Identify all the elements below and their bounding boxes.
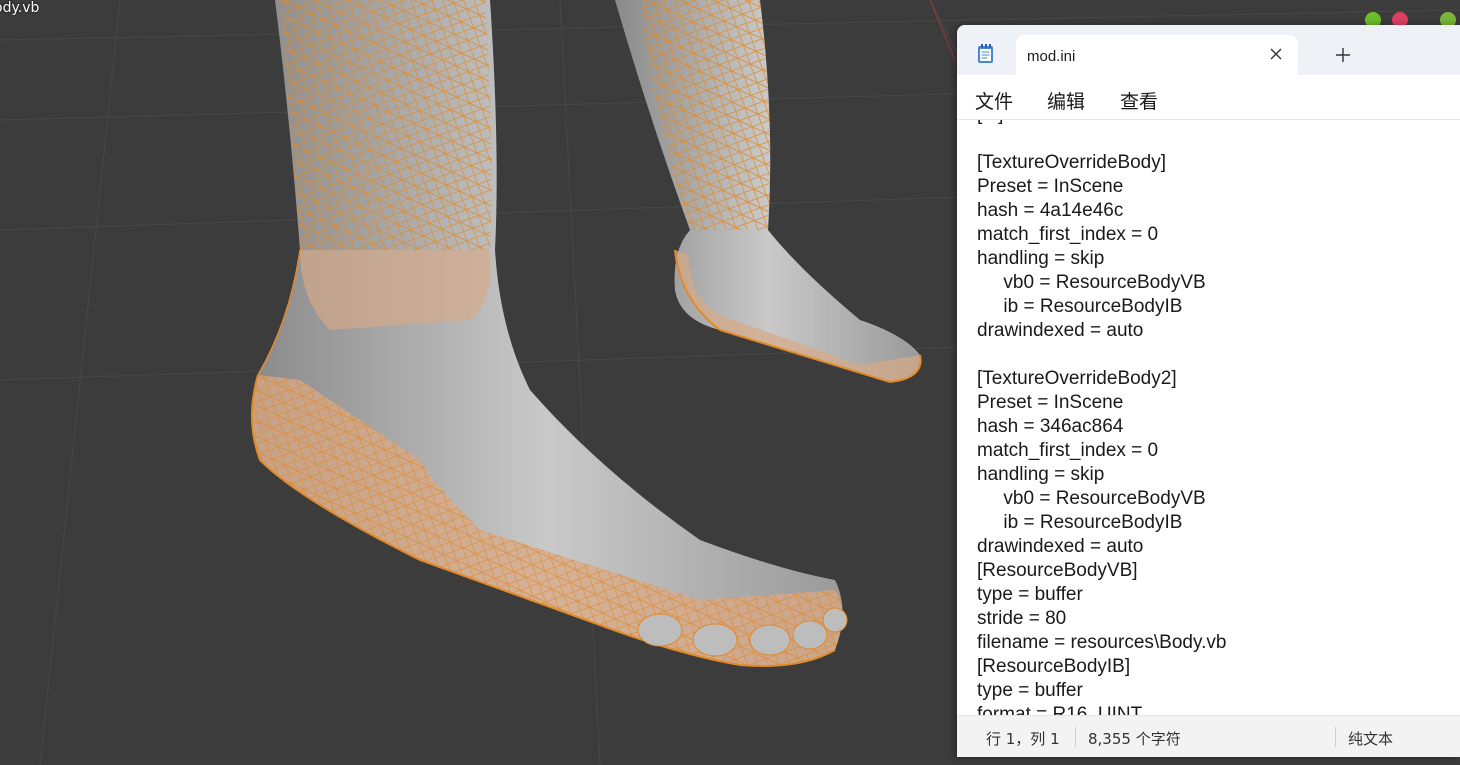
code-line: match_first_index = 0 bbox=[977, 224, 1159, 245]
menu-edit[interactable]: 编辑 bbox=[1047, 87, 1085, 114]
code-line: ib = ResourceBodyIB bbox=[977, 512, 1183, 533]
status-bar: 行 1，列 1 8,355 个字符 纯文本 bbox=[957, 715, 1460, 757]
code-line: stride = 80 bbox=[977, 608, 1067, 629]
code-line: Preset = InScene bbox=[977, 392, 1124, 413]
code-line: [ResourceBodyIB] bbox=[977, 656, 1131, 677]
text-editor[interactable]: [...] [TextureOverrideBody] Preset = InS… bbox=[957, 120, 1460, 715]
code-line: vb0 = ResourceBodyVB bbox=[977, 272, 1206, 293]
status-divider bbox=[1075, 727, 1076, 747]
menu-view[interactable]: 查看 bbox=[1120, 87, 1158, 114]
code-line: [TextureOverrideBody] bbox=[977, 152, 1167, 173]
tab-title: mod.ini bbox=[1027, 48, 1076, 65]
code-line: hash = 346ac864 bbox=[977, 416, 1124, 437]
code-line: format = R16_UINT bbox=[977, 704, 1143, 715]
tab-bar: mod.ini bbox=[957, 25, 1460, 75]
code-line: handling = skip bbox=[977, 464, 1105, 485]
code-line: filename = resources\Body.vb bbox=[977, 632, 1227, 653]
menu-file[interactable]: 文件 bbox=[975, 87, 1013, 114]
code-line: [...] bbox=[977, 120, 1226, 127]
code-line: ib = ResourceBodyIB bbox=[977, 296, 1183, 317]
code-lines: [...] [TextureOverrideBody] Preset = InS… bbox=[977, 120, 1226, 715]
code-line: type = buffer bbox=[977, 680, 1083, 701]
code-line: handling = skip bbox=[977, 248, 1105, 269]
tab-mod-ini[interactable]: mod.ini bbox=[1016, 35, 1298, 75]
text-mode[interactable]: 纯文本 bbox=[1348, 728, 1393, 749]
code-line: type = buffer bbox=[977, 584, 1083, 605]
character-count: 8,355 个字符 bbox=[1088, 730, 1181, 748]
code-line: [TextureOverrideBody2] bbox=[977, 368, 1177, 389]
code-line: hash = 4a14e46c bbox=[977, 200, 1124, 221]
code-line: drawindexed = auto bbox=[977, 536, 1144, 557]
plus-icon[interactable] bbox=[1333, 45, 1353, 65]
right-foot-mesh bbox=[615, 0, 922, 384]
close-icon[interactable] bbox=[1266, 44, 1286, 64]
menu-bar: 文件 编辑 查看 bbox=[957, 75, 1460, 120]
status-divider bbox=[1335, 727, 1336, 747]
object-name-label: ody.vb bbox=[0, 0, 40, 16]
code-line: drawindexed = auto bbox=[977, 320, 1144, 341]
cursor-position: 行 1，列 1 bbox=[986, 730, 1060, 748]
notepad-icon bbox=[978, 44, 993, 63]
code-line: [ResourceBodyVB] bbox=[977, 560, 1138, 581]
code-line: match_first_index = 0 bbox=[977, 440, 1159, 461]
code-line: vb0 = ResourceBodyVB bbox=[977, 488, 1206, 509]
notepad-window: mod.ini 文件 编辑 查看 [...] [TextureOverrideB… bbox=[957, 25, 1460, 757]
code-line: Preset = InScene bbox=[977, 176, 1124, 197]
